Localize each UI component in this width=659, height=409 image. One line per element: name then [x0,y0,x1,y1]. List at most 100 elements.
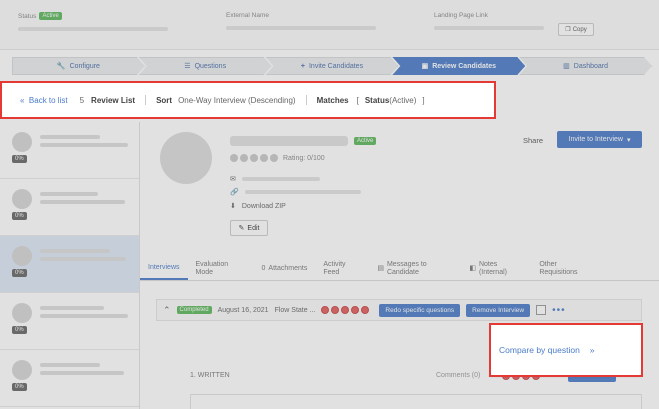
comments-count[interactable]: Comments (0) [436,372,480,379]
compare-by-question-popover: Compare by question » [491,325,641,375]
avatar [12,360,32,380]
copy-button[interactable]: ❐ Copy [558,23,594,36]
interview-rating [321,306,370,314]
copy-label: Copy [572,26,587,33]
external-name-field: External Name [226,12,376,32]
select-checkbox[interactable] [536,305,547,315]
avatar [12,303,32,323]
share-button[interactable]: Share [523,136,543,145]
download-icon: ⬇ [230,203,236,210]
score-badge: 0% [12,383,27,391]
avatar [12,189,32,209]
list-item[interactable]: 0% [0,236,139,293]
list-item[interactable]: 0% [0,122,139,179]
envelope-icon: ✉ [230,176,236,183]
rating-dot[interactable] [351,306,360,314]
tab-other-requisitions[interactable]: Other Requisitions [531,257,591,280]
tab-interviews[interactable]: Interviews [140,257,188,280]
copy-icon: ❐ [565,27,571,33]
review-list-label: Review List [91,95,136,105]
note-icon: ◧ [469,264,476,272]
pencil-icon: ✎ [238,225,245,232]
matches-label: Matches [316,95,349,105]
rating-dot[interactable] [331,306,340,314]
wrench-icon: 🔧 [56,63,66,70]
completed-badge: Completed [176,306,212,314]
email-row: ✉ [230,175,320,183]
sort-value[interactable]: One-Way Interview (Descending) [178,96,296,105]
chat-icon: ▤ [377,264,384,272]
list-count: 5 [79,95,85,105]
rating-dot[interactable] [270,154,278,162]
answer-card [190,394,642,409]
double-chevron-right-icon: » [589,345,595,355]
tab-evaluation-mode[interactable]: Evaluation Mode [188,257,254,280]
step-questions[interactable]: ☰ Questions [138,57,272,75]
question-label: 1. WRITTEN [190,372,230,379]
interview-name: Flow State ... [274,306,316,314]
status-badge: Active [39,12,62,20]
download-zip-link[interactable]: ⬇ Download ZIP [230,202,286,211]
link-icon: 🔗 [230,189,239,196]
list-item[interactable]: 0% [0,350,139,407]
step-bar: 🔧 Configure ☰ Questions + Invite Candida… [12,57,652,75]
list-item[interactable]: 0% [0,179,139,236]
invite-to-interview-button[interactable]: Invite to Interview ▾ [557,131,642,148]
divider [305,95,307,105]
edit-button[interactable]: ✎ Edit [230,220,268,236]
step-review-candidates[interactable]: ▣ Review Candidates [392,57,526,75]
rating-dot[interactable] [341,306,350,314]
context-bar: « Back to list 5 Review List Sort One-Wa… [0,81,659,119]
score-badge: 0% [12,212,27,220]
rating-dot[interactable] [260,154,268,162]
compare-by-question-link[interactable]: Compare by question [499,345,580,355]
candidate-name [230,136,348,146]
avatar [160,132,212,184]
attachments-count: 0 [261,264,266,272]
rating-dot[interactable] [250,154,258,162]
matches-status-value[interactable]: (Active) [389,96,416,105]
rating-dot[interactable] [321,306,330,314]
step-dashboard[interactable]: ▥ Dashboard [519,57,652,75]
back-to-list-link[interactable]: « Back to list [20,96,68,105]
score-badge: 0% [12,155,27,163]
interview-row: ⌃ Completed August 16, 2021 Flow State .… [156,299,642,321]
tab-notes-internal[interactable]: ◧ Notes (Internal) [461,257,531,280]
tab-attachments[interactable]: 0 Attachments [254,257,316,280]
rating-dot[interactable] [361,306,370,314]
detail-tabs: Interviews Evaluation Mode 0 Attachments… [140,257,659,281]
bar-chart-icon: ▥ [563,63,570,70]
candidate-list: 0% 0% 0% 0% 0% [0,122,140,409]
divider [145,95,147,105]
rating-dot[interactable] [240,154,248,162]
tab-activity-feed[interactable]: Activity Feed [315,257,369,280]
tab-messages-to-candidate[interactable]: ▤ Messages to Candidate [369,257,461,280]
interview-date: August 16, 2021 [217,306,269,314]
link-row: 🔗 [230,188,361,196]
landing-page-field: Landing Page Link [434,12,544,32]
remove-interview-button[interactable]: Remove Interview [466,303,531,317]
status-field: Status Active [18,12,168,33]
landing-page-label: Landing Page Link [434,12,488,19]
review-icon: ▣ [421,63,429,70]
bracket-open: [ [356,95,359,105]
status-blur [18,26,168,33]
redo-questions-button[interactable]: Redo specific questions [379,303,461,317]
avatar [12,246,32,266]
rating-text: Rating: 0/100 [283,154,325,162]
rating-dot[interactable] [230,154,238,162]
status-label: Status [18,12,37,20]
bracket-close: ] [422,95,425,105]
step-invite-candidates[interactable]: + Invite Candidates [265,57,399,75]
list-item[interactable]: 0% [0,293,139,350]
active-badge: Active [354,137,377,145]
double-chevron-left-icon: « [20,95,25,105]
external-name-label: External Name [226,12,269,19]
score-badge: 0% [12,326,27,334]
top-header: Status Active External Name Landing Page… [0,0,659,50]
more-options-icon[interactable]: ••• [552,305,566,316]
rating: Rating: 0/100 [230,154,325,162]
matches-status-label: Status [364,95,390,105]
chevron-up-icon[interactable]: ⌃ [163,305,171,316]
step-configure[interactable]: 🔧 Configure [12,57,145,75]
